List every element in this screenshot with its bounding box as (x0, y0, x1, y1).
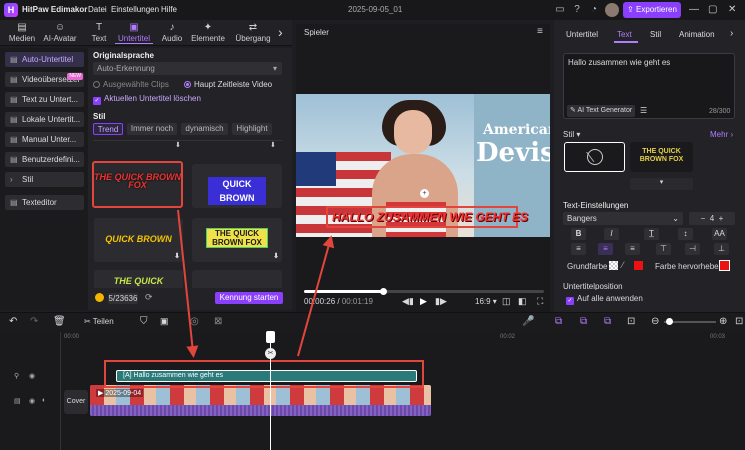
annotation-arrows (177, 209, 335, 358)
arrow-track-to-preview (297, 235, 335, 357)
arrow-card-to-track (177, 209, 199, 358)
